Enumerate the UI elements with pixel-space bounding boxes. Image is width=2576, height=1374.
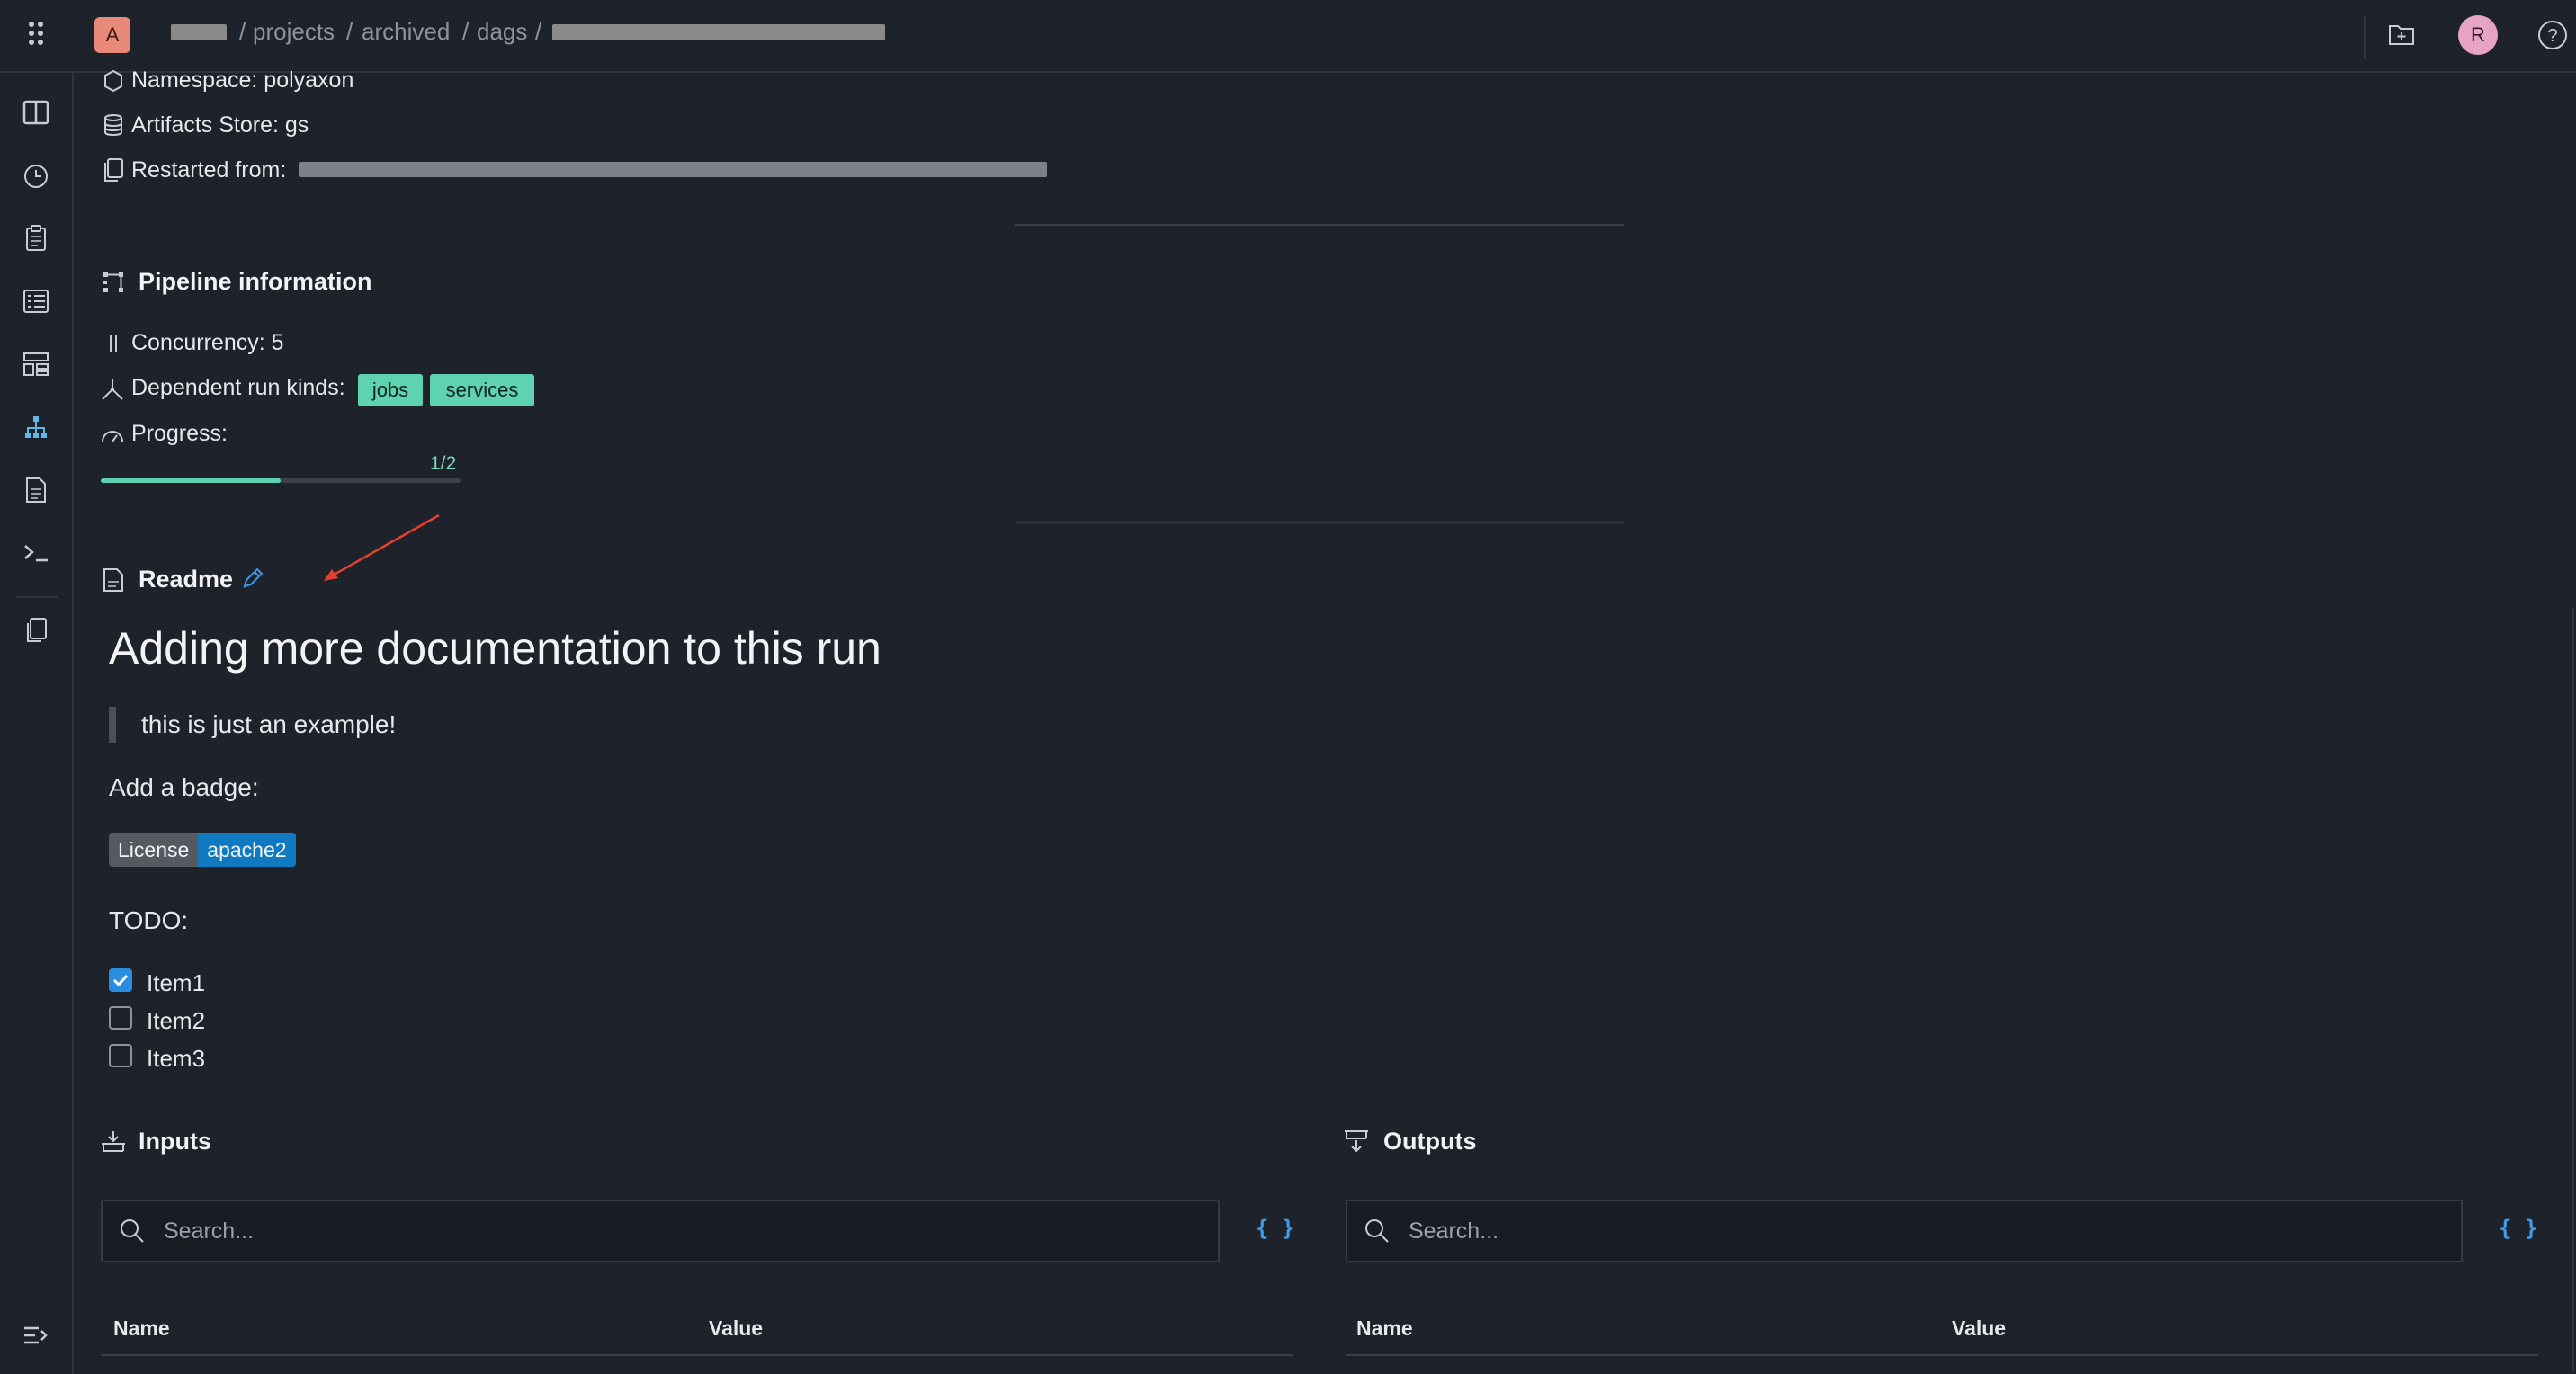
inputs-col-value[interactable]: Value	[709, 1316, 763, 1341]
progress-label: Progress:	[131, 421, 228, 446]
todo-label-item1: Item1	[147, 969, 206, 996]
edit-pencil-icon[interactable]	[239, 565, 266, 592]
todo-title: TODO:	[109, 906, 189, 934]
restarted-from-label: Restarted from:	[131, 157, 287, 183]
progress-count: 1/2	[430, 453, 457, 474]
breadcrumb-separator: /	[346, 18, 353, 45]
todo-checkbox-item1[interactable]	[109, 968, 132, 992]
inputs-json-toggle[interactable]: { }	[1256, 1216, 1294, 1241]
readme-icon	[101, 567, 126, 593]
badge-value: apache2	[198, 833, 296, 867]
svg-text:?: ?	[2547, 26, 2557, 46]
blockquote-bar	[109, 707, 116, 743]
concurrency-icon	[101, 331, 126, 356]
terminal-icon[interactable]	[18, 535, 54, 571]
sidebar-divider	[16, 596, 58, 598]
gauge-icon	[99, 421, 126, 448]
outputs-json-toggle[interactable]: { }	[2499, 1216, 2537, 1241]
sidebar	[0, 73, 74, 1374]
todo-checkbox-item2[interactable]	[109, 1006, 132, 1030]
header-divider	[2364, 16, 2366, 58]
readme-title: Readme	[139, 566, 234, 593]
namespace-text: Namespace: polyaxon	[131, 67, 354, 93]
top-bar: A / projects / archived / dags / R ?	[0, 0, 2576, 73]
readme-quote: this is just an example!	[141, 710, 397, 738]
breadcrumb-org-redacted[interactable]	[171, 24, 227, 40]
app-menu-icon[interactable]	[23, 18, 49, 54]
kind-tag-jobs: jobs	[358, 374, 423, 406]
progress-track	[101, 478, 461, 483]
collapse-sidebar-icon[interactable]	[18, 1317, 54, 1353]
scrollbar[interactable]	[2572, 608, 2574, 1372]
concurrency-text: Concurrency: 5	[131, 330, 284, 355]
new-folder-icon[interactable]	[2384, 16, 2419, 52]
license-badge[interactable]: License apache2	[109, 833, 296, 867]
outputs-col-name[interactable]: Name	[1356, 1316, 1413, 1341]
breadcrumb-separator: /	[462, 18, 470, 45]
inputs-search-box	[101, 1200, 1220, 1262]
inputs-search-input[interactable]	[162, 1201, 1205, 1261]
section-divider	[1015, 224, 1624, 226]
inputs-col-name[interactable]: Name	[113, 1316, 170, 1341]
annotation-arrow	[324, 513, 440, 581]
todo-checkbox-item3[interactable]	[109, 1044, 132, 1067]
outputs-search-box	[1346, 1200, 2463, 1262]
outputs-title: Outputs	[1383, 1128, 1477, 1155]
clipboard-icon[interactable]	[18, 220, 54, 256]
restarted-from-link-redacted[interactable]	[299, 162, 1047, 177]
inputs-icon	[99, 1128, 128, 1155]
search-icon	[1362, 1216, 1392, 1246]
todo-label-item3: Item3	[147, 1045, 206, 1072]
breadcrumb-projects[interactable]: projects	[253, 18, 335, 46]
logs-icon[interactable]	[18, 283, 54, 319]
dashboard-icon[interactable]	[18, 346, 54, 382]
pipeline-title: Pipeline information	[139, 268, 372, 295]
readme-heading: Adding more documentation to this run	[109, 623, 881, 674]
breadcrumb-archived[interactable]: archived	[362, 18, 450, 46]
section-divider	[1015, 522, 1624, 523]
breadcrumb-run-redacted	[552, 24, 885, 40]
breadcrumb-dags[interactable]: dags	[477, 18, 527, 46]
artifacts-store-text: Artifacts Store: gs	[131, 112, 309, 138]
search-icon	[117, 1216, 148, 1246]
fork-icon	[99, 376, 126, 403]
dag-icon[interactable]	[18, 409, 54, 445]
inputs-title: Inputs	[139, 1128, 211, 1155]
copy-icon[interactable]	[18, 612, 54, 648]
database-icon	[101, 112, 126, 138]
user-avatar[interactable]: R	[2458, 15, 2498, 55]
dependent-run-kinds-label: Dependent run kinds:	[131, 375, 345, 400]
outputs-search-input[interactable]	[1407, 1201, 2448, 1261]
breadcrumb-separator: /	[535, 18, 542, 45]
outputs-table-divider	[1346, 1354, 2538, 1356]
progress-fill	[101, 478, 281, 483]
outputs-col-value[interactable]: Value	[1952, 1316, 2006, 1341]
outputs-icon	[1342, 1128, 1371, 1155]
breadcrumb-separator: /	[239, 18, 246, 45]
kind-tag-services: services	[430, 374, 534, 406]
org-avatar[interactable]: A	[94, 17, 130, 53]
inputs-table-divider	[101, 1354, 1293, 1356]
help-icon[interactable]: ?	[2535, 17, 2571, 53]
badge-label: License	[109, 833, 199, 867]
overview-icon[interactable]	[18, 94, 54, 130]
document-icon[interactable]	[18, 472, 54, 508]
badge-intro-text: Add a badge:	[109, 773, 259, 801]
timeline-icon[interactable]	[18, 158, 54, 194]
pipeline-icon	[101, 270, 126, 295]
namespace-icon	[101, 68, 126, 94]
copy-icon	[101, 157, 126, 183]
todo-label-item2: Item2	[147, 1007, 206, 1034]
